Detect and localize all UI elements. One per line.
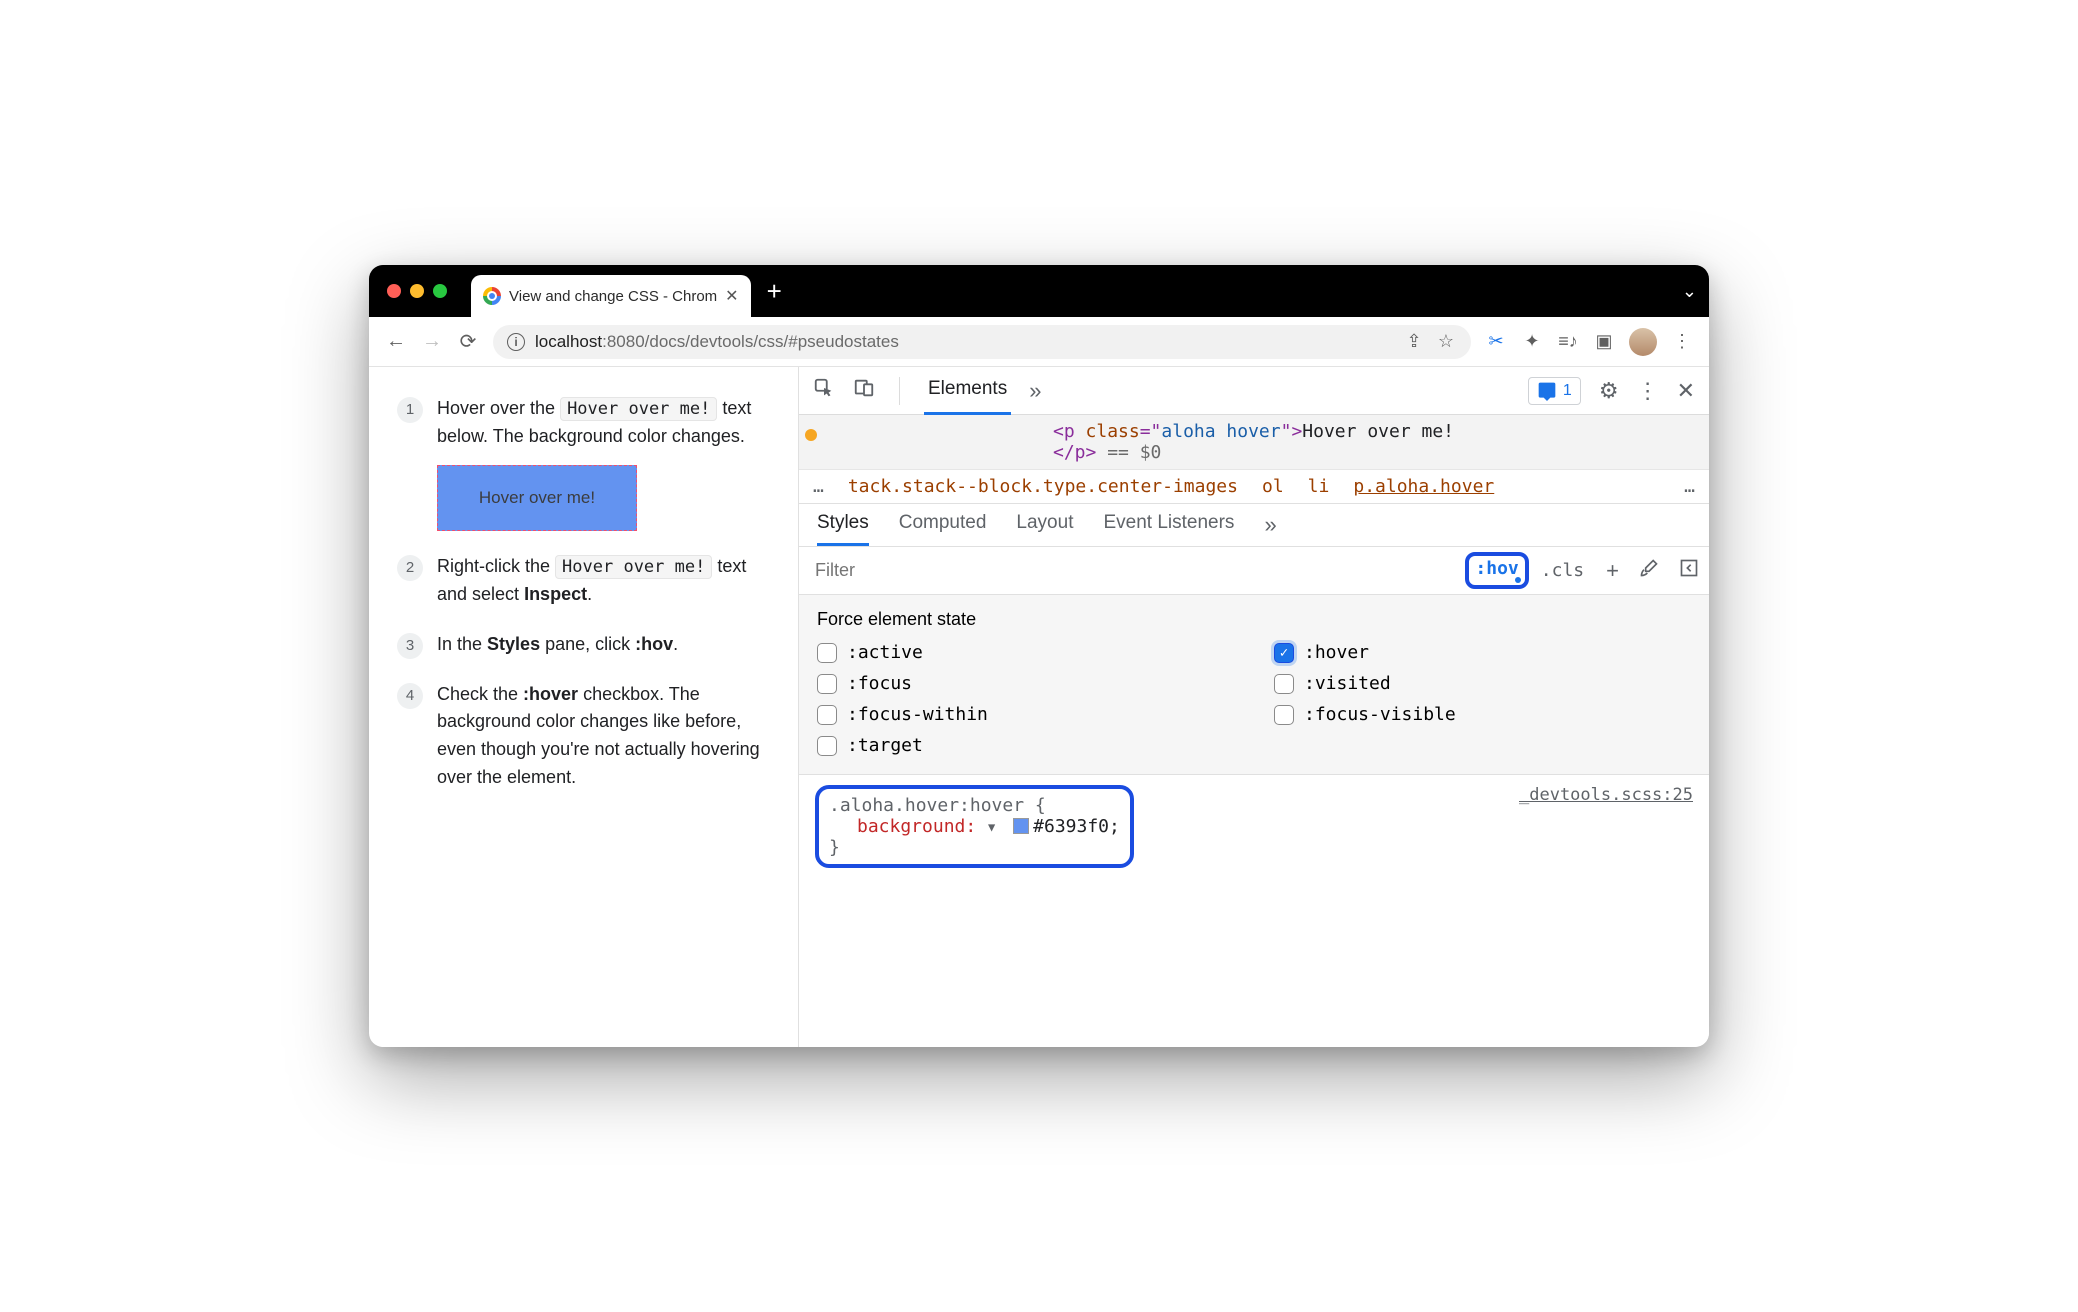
- dom-tree-row-selected[interactable]: <p class="aloha hover">Hover over me! </…: [799, 415, 1709, 470]
- dom-breadcrumbs[interactable]: … tack.stack--block.type.center-images o…: [799, 470, 1709, 504]
- step-3: 3 In the Styles pane, click :hov.: [397, 631, 776, 659]
- bookmark-icon[interactable]: ☆: [1435, 331, 1457, 352]
- step-number: 2: [397, 555, 423, 581]
- close-devtools-icon[interactable]: ✕: [1677, 378, 1695, 404]
- reload-button[interactable]: ⟳: [457, 329, 479, 354]
- content-area: 1 Hover over the Hover over me! text bel…: [369, 367, 1709, 1047]
- state-focus-within[interactable]: :focus-within: [817, 704, 1234, 725]
- css-property[interactable]: background:: [857, 816, 976, 837]
- settings-icon[interactable]: ⚙: [1599, 378, 1619, 404]
- step-text: Check the :hover checkbox. The backgroun…: [437, 681, 776, 793]
- styles-subtabs: Styles Computed Layout Event Listeners »: [799, 504, 1709, 547]
- force-element-state-panel: Force element state :active ✓:hover :foc…: [799, 595, 1709, 775]
- css-rule-highlight: .aloha.hover:hover { background: ▶ #6393…: [815, 785, 1134, 868]
- scissors-icon[interactable]: ✂: [1485, 331, 1507, 352]
- tab-strip: View and change CSS - Chrom ✕ + ⌄: [369, 265, 1709, 317]
- issues-count: 1: [1563, 382, 1572, 400]
- state-hover[interactable]: ✓:hover: [1274, 642, 1691, 663]
- styles-filter-input[interactable]: [799, 560, 1465, 581]
- share-icon[interactable]: ⇪: [1403, 331, 1425, 352]
- browser-menu-icon[interactable]: ⋮: [1671, 331, 1693, 352]
- issues-button[interactable]: 1: [1528, 377, 1581, 405]
- tab-overflow-button[interactable]: ⌄: [1682, 281, 1697, 302]
- force-state-title: Force element state: [817, 609, 1691, 630]
- state-visited[interactable]: :visited: [1274, 673, 1691, 694]
- tab-title: View and change CSS - Chrom: [509, 288, 717, 305]
- subtab-overflow-icon[interactable]: »: [1264, 512, 1276, 546]
- step-number: 3: [397, 633, 423, 659]
- window-controls: [387, 284, 447, 298]
- cls-toggle-button[interactable]: .cls: [1541, 560, 1584, 581]
- breadcrumb-overflow-icon[interactable]: …: [1684, 476, 1695, 497]
- minimize-window-icon[interactable]: [410, 284, 424, 298]
- css-rule-close: }: [829, 837, 1120, 858]
- inspect-element-icon[interactable]: [813, 377, 835, 404]
- browser-window: View and change CSS - Chrom ✕ + ⌄ ← → ⟳ …: [369, 265, 1709, 1047]
- close-tab-icon[interactable]: ✕: [725, 286, 738, 306]
- step-text: In the Styles pane, click :hov.: [437, 631, 678, 659]
- forward-button[interactable]: →: [421, 330, 443, 353]
- side-panel-icon[interactable]: ▣: [1593, 331, 1615, 352]
- breadcrumb-item[interactable]: tack.stack--block.type.center-images: [848, 476, 1238, 497]
- devtools-toolbar: Elements » 1 ⚙ ⋮ ✕: [799, 367, 1709, 415]
- breadcrumb-item[interactable]: li: [1308, 476, 1330, 497]
- browser-toolbar: ← → ⟳ i localhost:8080/docs/devtools/css…: [369, 317, 1709, 367]
- documentation-pane: 1 Hover over the Hover over me! text bel…: [369, 367, 799, 1047]
- color-swatch-icon[interactable]: [1013, 818, 1029, 834]
- css-rule: .aloha.hover:hover { background: ▶ #6393…: [799, 775, 1709, 878]
- back-button[interactable]: ←: [385, 330, 407, 353]
- step-number: 1: [397, 397, 423, 423]
- subtab-event-listeners[interactable]: Event Listeners: [1103, 512, 1234, 546]
- subtab-layout[interactable]: Layout: [1016, 512, 1073, 546]
- hover-demo-box[interactable]: Hover over me!: [437, 465, 637, 531]
- address-bar[interactable]: i localhost:8080/docs/devtools/css/#pseu…: [493, 325, 1471, 359]
- panel-overflow-icon[interactable]: »: [1029, 378, 1041, 404]
- close-window-icon[interactable]: [387, 284, 401, 298]
- step-text: Hover over the Hover over me! text below…: [437, 395, 776, 531]
- devtools-panel: Elements » 1 ⚙ ⋮ ✕ <p class="aloha hover…: [799, 367, 1709, 1047]
- url-text: localhost:8080/docs/devtools/css/#pseudo…: [535, 332, 899, 352]
- extensions-icon[interactable]: ✦: [1521, 331, 1543, 352]
- browser-tab[interactable]: View and change CSS - Chrom ✕: [471, 275, 751, 317]
- state-active[interactable]: :active: [817, 642, 1234, 663]
- step-1: 1 Hover over the Hover over me! text bel…: [397, 395, 776, 531]
- new-tab-button[interactable]: +: [767, 276, 782, 307]
- chrome-favicon-icon: [483, 287, 501, 305]
- step-2: 2 Right-click the Hover over me! text an…: [397, 553, 776, 609]
- css-value[interactable]: #6393f0;: [1033, 816, 1120, 837]
- maximize-window-icon[interactable]: [433, 284, 447, 298]
- css-source-link[interactable]: _devtools.scss:25: [1519, 785, 1693, 868]
- profile-avatar[interactable]: [1629, 328, 1657, 356]
- state-focus-visible[interactable]: :focus-visible: [1274, 704, 1691, 725]
- subtab-styles[interactable]: Styles: [817, 512, 869, 546]
- subtab-computed[interactable]: Computed: [899, 512, 987, 546]
- expand-shorthand-icon[interactable]: ▶: [986, 824, 1000, 831]
- tab-elements[interactable]: Elements: [924, 366, 1011, 415]
- step-number: 4: [397, 683, 423, 709]
- state-target[interactable]: :target: [817, 735, 1234, 756]
- computed-panel-toggle-icon[interactable]: [1679, 558, 1699, 584]
- forced-state-indicator-icon: [805, 429, 817, 441]
- state-focus[interactable]: :focus: [817, 673, 1234, 694]
- breadcrumb-overflow-icon[interactable]: …: [813, 476, 824, 497]
- reading-list-icon[interactable]: ≡♪: [1557, 331, 1579, 352]
- device-toggle-icon[interactable]: [853, 377, 875, 404]
- breadcrumb-item-selected[interactable]: p.aloha.hover: [1353, 476, 1494, 497]
- step-text: Right-click the Hover over me! text and …: [437, 553, 776, 609]
- new-style-rule-button[interactable]: +: [1606, 558, 1619, 584]
- breadcrumb-item[interactable]: ol: [1262, 476, 1284, 497]
- site-info-icon[interactable]: i: [507, 333, 525, 351]
- devtools-menu-icon[interactable]: ⋮: [1637, 378, 1659, 404]
- paint-brush-icon[interactable]: [1639, 558, 1659, 584]
- hov-toggle-button[interactable]: :hov: [1465, 552, 1528, 589]
- styles-filter-row: :hov .cls +: [799, 547, 1709, 595]
- css-selector[interactable]: .aloha.hover:hover {: [829, 795, 1046, 816]
- step-4: 4 Check the :hover checkbox. The backgro…: [397, 681, 776, 793]
